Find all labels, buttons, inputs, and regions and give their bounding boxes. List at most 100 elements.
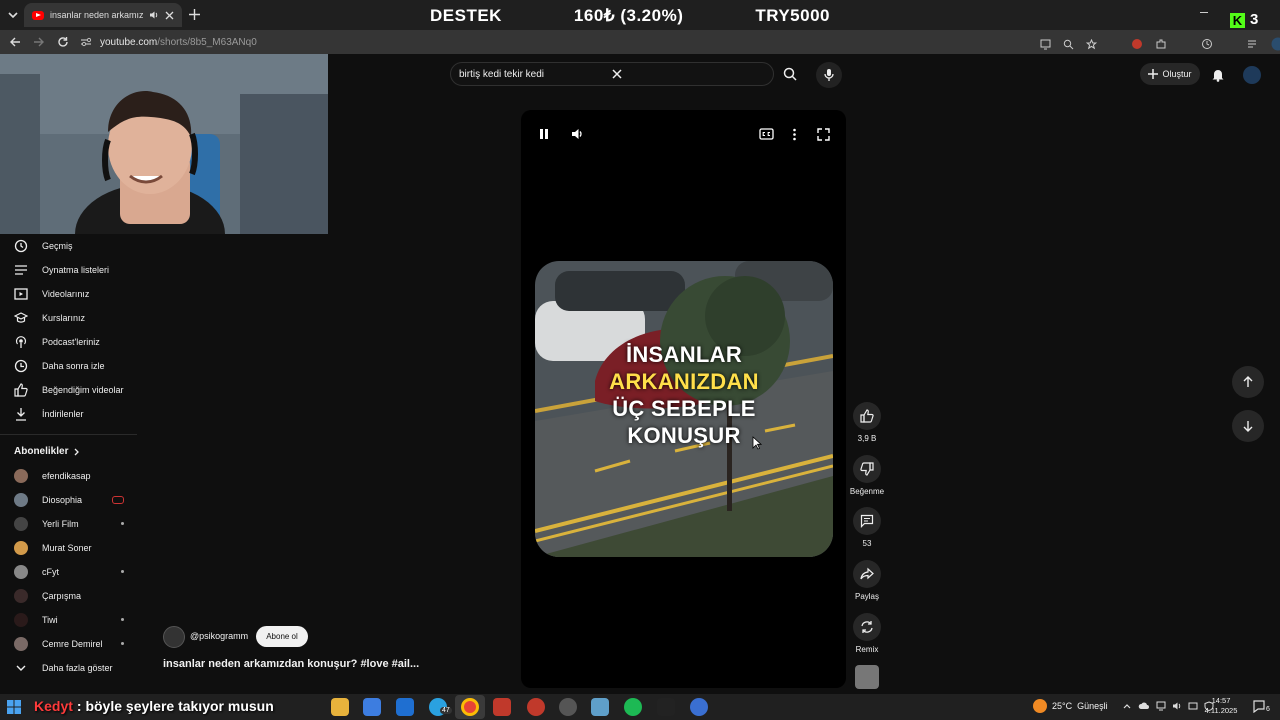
previous-short-button[interactable] xyxy=(1232,366,1264,398)
clock[interactable]: 14:57 4.11.2025 xyxy=(1204,696,1238,716)
subscription-item[interactable]: Tiwi xyxy=(14,612,124,628)
sidebar-item-label: Podcast'leriniz xyxy=(42,337,100,347)
tab-title: insanlar neden arkamızdan xyxy=(50,10,143,20)
subscription-item[interactable]: Murat Soner xyxy=(14,540,124,556)
site-info-icon[interactable] xyxy=(80,37,92,47)
sidebar-item-liked-videos[interactable]: Beğendiğim videolar xyxy=(14,382,124,398)
video-caption: İNSANLAR ARKANIZDAN ÜÇ SEBEPLE KONUŞUR xyxy=(535,341,833,449)
new-tab-icon[interactable] xyxy=(188,8,201,21)
caption-line: KONUŞUR xyxy=(627,423,741,448)
notes-app-icon[interactable] xyxy=(591,698,609,716)
subscription-item[interactable]: efendikasap xyxy=(14,468,124,484)
media-control-icon[interactable] xyxy=(1247,38,1259,50)
history-toolbar-icon[interactable] xyxy=(1201,38,1213,50)
address-bar[interactable]: youtube.com/shorts/8b5_M63ANq0 xyxy=(80,33,1100,51)
app-icon[interactable] xyxy=(657,698,675,716)
channel-avatar[interactable] xyxy=(163,626,185,648)
stream-chat-overlay: Kedyt : böyle şeylere takıyor musun xyxy=(34,694,304,718)
tab-search-chevron-icon[interactable] xyxy=(6,8,20,22)
kick-badge-count: 3 xyxy=(1250,11,1259,28)
sidebar-item-courses[interactable]: Kurslarınız xyxy=(14,310,85,326)
search-input[interactable]: birtiş kedi tekir kedi xyxy=(450,62,774,86)
outlook-icon[interactable] xyxy=(396,698,414,716)
share-button[interactable]: Paylaş xyxy=(837,560,897,601)
extension-red-icon[interactable] xyxy=(1131,38,1143,50)
show-more-button[interactable]: Daha fazla göster xyxy=(14,660,113,676)
network-icon[interactable] xyxy=(1156,701,1166,711)
remix-button[interactable]: Remix xyxy=(837,613,897,654)
subscription-item[interactable]: Çarpışma xyxy=(14,588,124,604)
chrome-icon[interactable] xyxy=(461,698,479,716)
subscribe-button[interactable]: Abone ol xyxy=(256,626,308,647)
weather-text[interactable]: 25°C Güneşli xyxy=(1052,701,1108,711)
back-icon[interactable] xyxy=(9,36,21,48)
subscription-item[interactable]: cFyt xyxy=(14,564,124,580)
comments-button[interactable]: 53 xyxy=(837,507,897,548)
more-options-icon[interactable] xyxy=(792,128,797,141)
subscription-item[interactable]: Diosophia xyxy=(14,492,124,508)
bookmark-star-icon[interactable] xyxy=(1086,38,1097,50)
short-title[interactable]: insanlar neden arkamızdan konuşur? #love… xyxy=(163,658,419,670)
kick-logo-icon: K xyxy=(1230,13,1245,28)
video-frame[interactable]: İNSANLAR ARKANIZDAN ÜÇ SEBEPLE KONUŞUR xyxy=(535,261,833,557)
display-icon[interactable] xyxy=(1188,701,1198,711)
podcast-icon xyxy=(14,335,28,349)
captions-icon[interactable] xyxy=(759,128,774,140)
spotify-icon[interactable] xyxy=(624,698,642,716)
windows-start-icon[interactable] xyxy=(6,699,22,715)
notification-center-icon[interactable] xyxy=(1252,699,1266,713)
fullscreen-icon[interactable] xyxy=(817,128,830,141)
mouse-cursor-icon xyxy=(752,436,762,450)
browser-app-icon[interactable] xyxy=(690,698,708,716)
extensions-puzzle-icon[interactable] xyxy=(1155,38,1167,50)
streaming-app-icon[interactable] xyxy=(493,698,511,716)
sidebar-item-your-videos[interactable]: Videolarınız xyxy=(14,286,89,302)
speaker-volume-icon[interactable] xyxy=(1172,701,1182,711)
profile-avatar[interactable] xyxy=(1271,37,1280,51)
sidebar-item-watch-later[interactable]: Daha sonra izle xyxy=(14,358,105,374)
streamer-webcam xyxy=(0,54,328,234)
account-avatar[interactable] xyxy=(1243,66,1261,84)
game-app-icon[interactable] xyxy=(527,698,545,716)
subscriptions-header[interactable]: Abonelikler xyxy=(14,446,80,457)
dislike-button[interactable]: Beğenme xyxy=(837,455,897,496)
sidebar-item-downloads[interactable]: İndirilenler xyxy=(14,406,84,422)
courses-icon xyxy=(14,311,28,325)
speaker-icon[interactable] xyxy=(149,10,159,20)
tab-close-icon[interactable] xyxy=(165,11,174,20)
sidebar-item-playlists[interactable]: Oynatma listeleri xyxy=(14,262,109,278)
subscription-item[interactable]: Yerli Film xyxy=(14,516,124,532)
forward-icon[interactable] xyxy=(33,36,45,48)
like-button[interactable]: 3,9 B xyxy=(837,402,897,443)
obs-icon[interactable] xyxy=(559,698,577,716)
reload-icon[interactable] xyxy=(57,36,69,48)
sound-thumbnail[interactable] xyxy=(855,665,879,689)
subscription-name: Yerli Film xyxy=(42,519,79,529)
weather-sun-icon xyxy=(1033,699,1047,713)
install-app-icon[interactable] xyxy=(1040,39,1051,50)
sidebar-item-history[interactable]: Geçmiş xyxy=(14,238,73,254)
voice-search-button[interactable] xyxy=(816,62,842,88)
tray-chevron-up-icon[interactable] xyxy=(1122,701,1132,711)
new-content-dot xyxy=(121,642,124,645)
sidebar-item-podcasts[interactable]: Podcast'leriniz xyxy=(14,334,100,350)
next-short-button[interactable] xyxy=(1232,410,1264,442)
file-explorer-icon[interactable] xyxy=(331,698,349,716)
channel-name[interactable]: @psikogramm xyxy=(190,631,248,641)
notifications-bell-icon[interactable] xyxy=(1211,67,1225,82)
create-button[interactable]: Oluştur xyxy=(1140,63,1200,85)
minimize-icon[interactable] xyxy=(1200,12,1208,13)
new-content-dot xyxy=(121,522,124,525)
volume-icon[interactable] xyxy=(570,127,584,141)
subscription-item[interactable]: Cemre Demirel xyxy=(14,636,124,652)
zoom-icon[interactable] xyxy=(1063,39,1074,50)
subscription-name: Murat Soner xyxy=(42,543,92,553)
share-label: Paylaş xyxy=(854,592,879,601)
cloud-icon[interactable] xyxy=(1138,701,1150,711)
clear-search-icon[interactable] xyxy=(612,69,765,79)
store-icon[interactable] xyxy=(363,698,381,716)
search-button[interactable] xyxy=(776,62,804,86)
browser-tab[interactable]: insanlar neden arkamızdan xyxy=(24,3,182,27)
subscription-name: Cemre Demirel xyxy=(42,639,103,649)
pause-icon[interactable] xyxy=(538,127,550,141)
